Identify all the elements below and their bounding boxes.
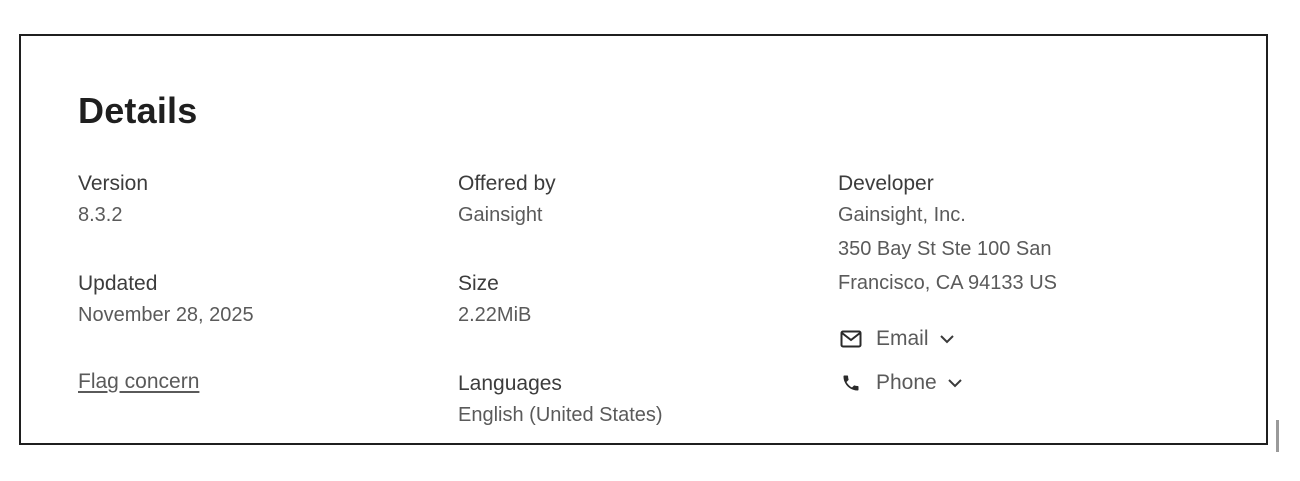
- phone-toggle[interactable]: Phone: [838, 370, 963, 396]
- updated-value: November 28, 2025: [78, 304, 254, 326]
- chevron-down-icon: [939, 334, 955, 344]
- flag-block: Flag concern: [78, 370, 199, 394]
- offered-by-value: Gainsight: [458, 204, 543, 226]
- chevron-down-icon: [947, 378, 963, 388]
- languages-block: Languages English (United States): [458, 370, 663, 432]
- developer-address-line2: Francisco, CA 94133 US: [838, 272, 1057, 294]
- details-panel: Details Version 8.3.2 Updated November 2…: [19, 34, 1268, 445]
- scrollbar-thumb[interactable]: [1276, 420, 1279, 452]
- version-block: Version 8.3.2: [78, 170, 148, 232]
- mail-icon: [838, 326, 864, 352]
- developer-block: Developer Gainsight, Inc. 350 Bay St Ste…: [838, 170, 1057, 300]
- offered-by-block: Offered by Gainsight: [458, 170, 556, 232]
- developer-name: Gainsight, Inc.: [838, 204, 966, 226]
- phone-label: Phone: [876, 371, 937, 394]
- size-label: Size: [458, 272, 499, 295]
- version-value: 8.3.2: [78, 204, 123, 226]
- languages-label: Languages: [458, 372, 562, 395]
- email-toggle[interactable]: Email: [838, 326, 955, 352]
- developer-address-line1: 350 Bay St Ste 100 San: [838, 238, 1052, 260]
- size-block: Size 2.22MiB: [458, 270, 531, 332]
- size-value: 2.22MiB: [458, 304, 532, 326]
- phone-icon: [838, 370, 864, 396]
- version-label: Version: [78, 172, 149, 195]
- languages-value: English (United States): [458, 404, 663, 426]
- details-title: Details: [78, 90, 198, 131]
- developer-label: Developer: [838, 172, 934, 195]
- flag-concern-link[interactable]: Flag concern: [78, 370, 199, 393]
- email-label: Email: [876, 327, 929, 350]
- updated-label: Updated: [78, 272, 158, 295]
- updated-block: Updated November 28, 2025: [78, 270, 254, 332]
- offered-by-label: Offered by: [458, 172, 556, 195]
